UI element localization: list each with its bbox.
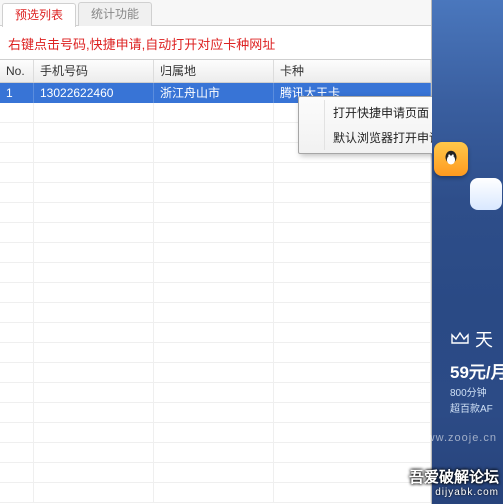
watermark-url: www.zooje.cn <box>418 432 497 444</box>
cell-phone: 13022622460 <box>34 83 154 103</box>
promo-price: 59元/月 <box>450 359 503 386</box>
col-header-no[interactable]: No. <box>0 60 34 82</box>
main-panel: 预选列表 统计功能 右键点击号码,快捷申请,自动打开对应卡种网址 No. 手机号… <box>0 0 432 504</box>
qq-app-icon[interactable] <box>434 142 468 176</box>
cell-region: 浙江舟山市 <box>154 83 274 103</box>
promo-line1: 800分钟 <box>450 386 503 402</box>
cell-no: 1 <box>0 83 34 103</box>
crown-icon: 天 <box>450 326 503 355</box>
col-header-phone[interactable]: 手机号码 <box>34 60 154 82</box>
right-panel: 天 59元/月 800分钟 超百款AF <box>432 0 503 504</box>
col-header-region[interactable]: 归属地 <box>154 60 274 82</box>
app-icon[interactable] <box>470 178 502 210</box>
watermark-main: 吾爱破解论坛 <box>409 469 499 486</box>
promo-title: 天 <box>475 330 493 350</box>
tab-stats[interactable]: 统计功能 <box>78 2 152 26</box>
grid-lines <box>0 103 431 504</box>
promo-block: 天 59元/月 800分钟 超百款AF <box>432 326 503 418</box>
tab-preselect[interactable]: 预选列表 <box>2 3 76 27</box>
table-header: No. 手机号码 归属地 卡种 <box>0 59 431 83</box>
tabs: 预选列表 统计功能 <box>0 0 431 26</box>
col-header-type[interactable]: 卡种 <box>274 60 431 82</box>
instruction-text: 右键点击号码,快捷申请,自动打开对应卡种网址 <box>0 26 431 59</box>
promo-line2: 超百款AF <box>450 402 503 418</box>
watermark-sub: dijyabk.com <box>409 487 499 498</box>
watermark-forum: 吾爱破解论坛 dijyabk.com <box>409 466 499 498</box>
